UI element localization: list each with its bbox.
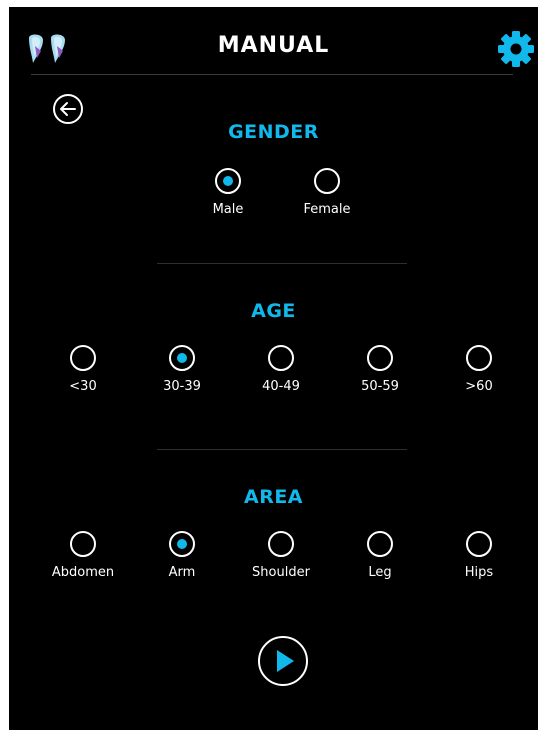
area-option-arm[interactable]: Arm (137, 531, 227, 580)
age-title: AGE (251, 300, 296, 322)
play-icon[interactable] (257, 635, 309, 687)
age-option-under-30[interactable]: <30 (38, 345, 128, 394)
age-option-50-59[interactable]: 50-59 (335, 345, 425, 394)
gear-icon[interactable] (496, 29, 536, 69)
option-label: Male (212, 202, 244, 217)
radio-button[interactable] (367, 531, 393, 557)
radio-button[interactable] (314, 168, 340, 194)
radio-button[interactable] (268, 345, 294, 371)
area-option-hips[interactable]: Hips (434, 531, 524, 580)
area-title: AREA (243, 486, 304, 508)
radio-button[interactable] (215, 168, 241, 194)
age-option-40-49[interactable]: 40-49 (236, 345, 326, 394)
section-divider (157, 449, 407, 450)
option-label: Arm (168, 565, 196, 580)
radio-button[interactable] (466, 345, 492, 371)
age-option-30-39[interactable]: 30-39 (137, 345, 227, 394)
radio-button[interactable] (70, 531, 96, 557)
radio-button[interactable] (169, 345, 195, 371)
radio-button[interactable] (268, 531, 294, 557)
age-option-over-60[interactable]: >60 (434, 345, 524, 394)
area-option-leg[interactable]: Leg (335, 531, 425, 580)
option-label: 40-49 (262, 379, 300, 394)
area-option-abdomen[interactable]: Abdomen (38, 531, 128, 580)
gender-option-female[interactable]: Female (282, 168, 372, 217)
app-screen: MANUAL GENDER Male Female AGE <30 30-39 … (9, 7, 538, 730)
gender-title: GENDER (228, 121, 319, 143)
option-label: Shoulder (252, 565, 310, 580)
option-label: Female (303, 202, 351, 217)
radio-button[interactable] (367, 345, 393, 371)
area-option-shoulder[interactable]: Shoulder (236, 531, 326, 580)
option-label: 30-39 (163, 379, 201, 394)
option-label: Leg (368, 565, 392, 580)
radio-button[interactable] (70, 345, 96, 371)
option-label: >60 (465, 379, 493, 394)
option-label: Hips (464, 565, 494, 580)
option-label: Abdomen (51, 565, 115, 580)
radio-button[interactable] (466, 531, 492, 557)
option-label: 50-59 (361, 379, 399, 394)
section-divider (157, 263, 407, 264)
page-title: MANUAL (217, 33, 330, 58)
header-divider (31, 74, 513, 75)
radio-button[interactable] (169, 531, 195, 557)
option-label: <30 (69, 379, 97, 394)
gender-option-male[interactable]: Male (183, 168, 273, 217)
